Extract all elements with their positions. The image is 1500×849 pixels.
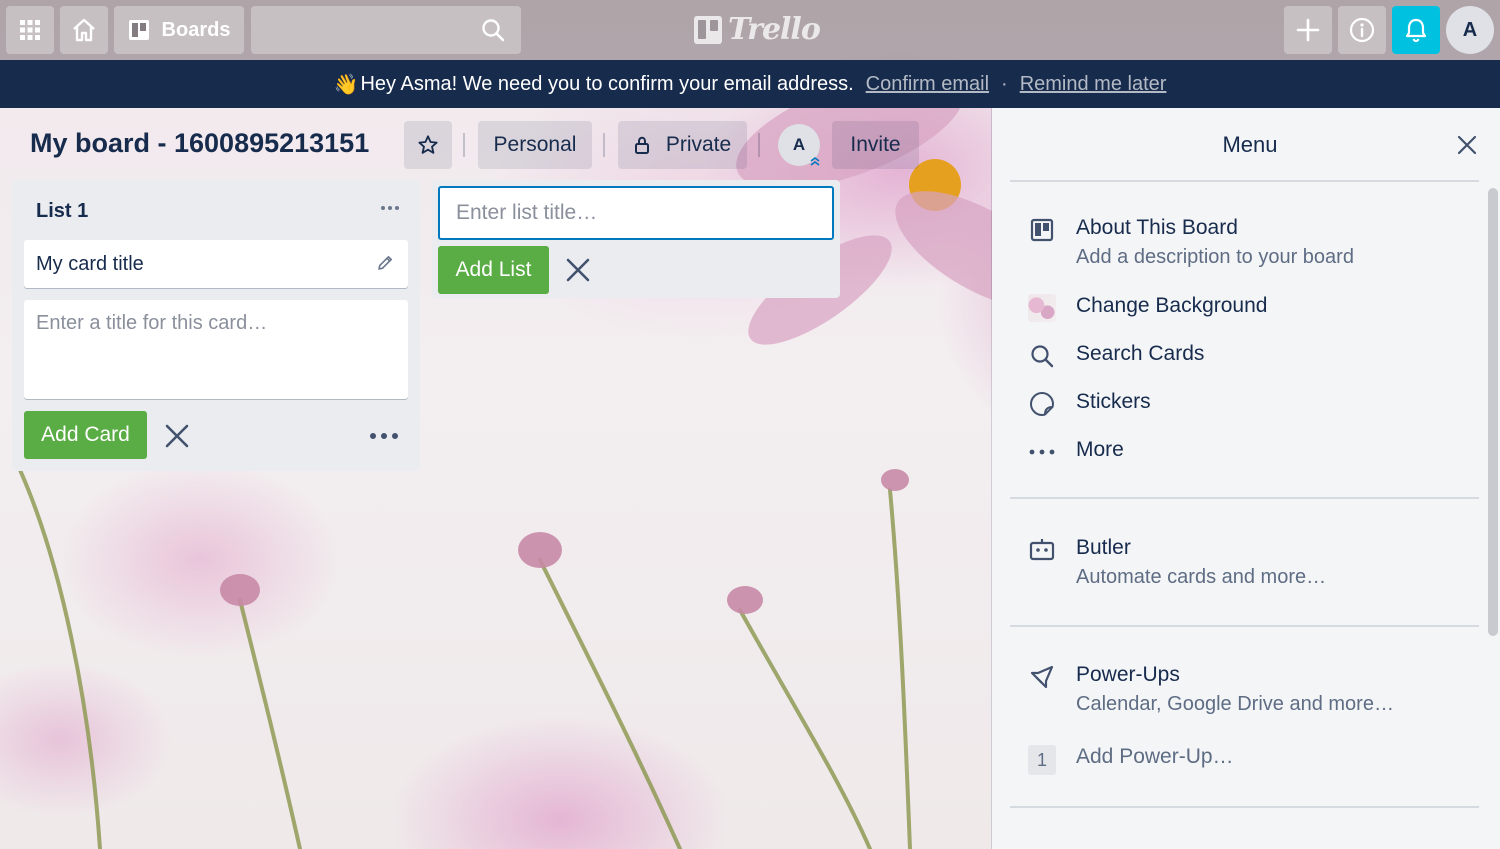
grid-icon <box>20 20 40 40</box>
apps-grid-button[interactable] <box>6 6 54 54</box>
trello-logo-mark-icon <box>694 15 722 44</box>
top-navigation-bar: Boards Trello A <box>0 0 1500 60</box>
bell-icon <box>1405 18 1427 43</box>
banner-message: Hey Asma! We need you to confirm your em… <box>360 72 854 95</box>
menu-item-about-board[interactable]: About This Board Add a description to yo… <box>1028 216 1468 276</box>
email-confirmation-banner: 👋 Hey Asma! We need you to confirm your … <box>0 60 1500 108</box>
list-actions-button[interactable] <box>372 192 408 224</box>
header-divider <box>758 133 760 157</box>
background-thumbnail <box>1028 294 1056 322</box>
notifications-button[interactable] <box>1392 6 1440 54</box>
member-initial: A <box>792 135 806 154</box>
card-title-textarea[interactable] <box>24 300 408 399</box>
menu-item-label: About This Board <box>1076 216 1238 239</box>
menu-scrollbar[interactable] <box>1488 188 1498 636</box>
close-icon <box>566 258 590 282</box>
add-list-button[interactable]: Add List <box>438 246 549 294</box>
star-icon <box>418 135 438 154</box>
search-icon <box>1028 342 1056 370</box>
invite-button[interactable]: Invite <box>832 121 919 169</box>
information-button[interactable] <box>1338 6 1386 54</box>
board-member-avatar[interactable]: A <box>778 124 820 166</box>
card-composer[interactable] <box>24 300 408 399</box>
create-button[interactable] <box>1284 6 1332 54</box>
visibility-button[interactable]: Private <box>618 121 747 169</box>
menu-item-label: Add Power-Up… <box>1076 745 1234 768</box>
sticker-icon <box>1028 390 1056 418</box>
menu-item-stickers[interactable]: Stickers <box>1028 390 1468 420</box>
more-icon <box>1028 438 1056 466</box>
boards-button[interactable]: Boards <box>114 6 244 54</box>
boards-label: Boards <box>161 18 231 41</box>
trello-logo[interactable]: Trello <box>694 12 821 47</box>
menu-divider <box>1010 625 1479 627</box>
menu-title: Menu <box>1222 132 1278 157</box>
cancel-list-button[interactable] <box>562 254 594 286</box>
pencil-icon[interactable] <box>376 254 394 272</box>
plus-icon <box>1296 18 1320 42</box>
card-title: My card title <box>36 253 144 275</box>
menu-item-label: Change Background <box>1076 294 1268 317</box>
home-icon <box>73 18 95 42</box>
visibility-label: Private <box>665 133 732 156</box>
search-box[interactable] <box>251 6 521 54</box>
more-horizontal-icon <box>381 206 399 210</box>
info-icon <box>1349 17 1375 43</box>
board-title[interactable]: My board - 1600895213151 <box>30 128 369 159</box>
menu-item-label: Power-Ups <box>1076 663 1180 686</box>
count-badge: 1 <box>1028 745 1056 775</box>
confirm-email-link[interactable]: Confirm email <box>866 73 989 96</box>
menu-item-change-background[interactable]: Change Background <box>1028 294 1468 324</box>
cancel-card-button[interactable] <box>161 420 193 452</box>
menu-item-power-ups[interactable]: Power-Ups Calendar, Google Drive and mor… <box>1028 663 1468 723</box>
list-title-input[interactable] <box>438 186 834 240</box>
list: List 1 My card title Add Card <box>12 180 420 471</box>
rocket-icon <box>1028 663 1056 691</box>
home-button[interactable] <box>60 6 108 54</box>
menu-divider <box>1010 497 1479 499</box>
menu-item-add-power-up[interactable]: 1 Add Power-Up… <box>1028 745 1468 775</box>
search-input[interactable] <box>251 6 481 54</box>
menu-divider <box>1010 806 1479 808</box>
list-title[interactable]: List 1 <box>36 200 88 223</box>
more-horizontal-icon <box>370 433 398 439</box>
menu-item-label: Search Cards <box>1076 342 1205 365</box>
menu-item-search-cards[interactable]: Search Cards <box>1028 342 1468 372</box>
close-menu-button[interactable] <box>1450 128 1484 162</box>
member-avatar[interactable]: A <box>1446 6 1494 54</box>
menu-item-label: More <box>1076 438 1124 461</box>
close-icon <box>165 424 189 448</box>
header-divider <box>603 133 605 157</box>
board-icon <box>128 20 149 40</box>
menu-item-label: Stickers <box>1076 390 1151 413</box>
star-board-button[interactable] <box>404 121 452 169</box>
menu-item-description: Calendar, Google Drive and more… <box>1076 693 1394 715</box>
admin-chevron-icon <box>810 157 820 166</box>
close-icon <box>1457 135 1477 155</box>
card[interactable]: My card title <box>24 240 408 288</box>
trello-logo-text: Trello <box>728 12 821 47</box>
card-composer-options-button[interactable] <box>368 420 400 452</box>
banner-separator: · <box>1001 72 1008 95</box>
lock-icon <box>634 136 649 154</box>
butler-icon <box>1028 536 1056 564</box>
header-divider <box>463 133 465 157</box>
search-icon[interactable] <box>481 18 505 42</box>
board-icon <box>1028 216 1056 244</box>
add-list-composer: Add List <box>432 180 840 298</box>
menu-item-description: Add a description to your board <box>1076 246 1354 268</box>
team-button[interactable]: Personal <box>478 121 592 169</box>
menu-item-label: Butler <box>1076 536 1131 559</box>
menu-divider <box>1010 180 1479 182</box>
add-card-button[interactable]: Add Card <box>24 411 147 459</box>
board-menu-drawer: Menu About This Board Add a description … <box>992 108 1500 849</box>
menu-item-description: Automate cards and more… <box>1076 566 1327 588</box>
remind-me-later-link[interactable]: Remind me later <box>1020 73 1167 96</box>
waving-hand-icon: 👋 <box>333 73 359 96</box>
menu-item-butler[interactable]: Butler Automate cards and more… <box>1028 536 1468 596</box>
power-up-count-badge: 1 <box>1028 745 1056 775</box>
menu-item-more[interactable]: More <box>1028 438 1468 468</box>
